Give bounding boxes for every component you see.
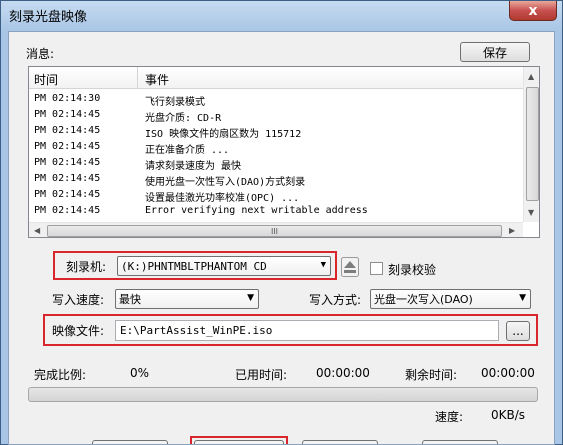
log-time: PM 02:14:45 bbox=[34, 109, 101, 120]
save-button-label: 保存 bbox=[482, 45, 507, 60]
browse-button[interactable]: ... bbox=[506, 321, 530, 341]
log-header: 时间 事件 bbox=[29, 67, 523, 89]
scroll-right-icon[interactable]: ▶ bbox=[509, 226, 515, 235]
log-event: Error verifying next writable address bbox=[145, 205, 368, 216]
log-row[interactable]: PM 02:14:45 设置最佳激光功率校准(OPC) ... bbox=[29, 188, 523, 204]
chevron-down-icon: ▼ bbox=[519, 293, 526, 303]
elapsed-value: 00:00:00 bbox=[316, 366, 370, 380]
log-time: PM 02:14:45 bbox=[34, 205, 101, 216]
log-row[interactable]: PM 02:14:30 飞行刻录模式 bbox=[29, 92, 523, 108]
messages-label: 消息: bbox=[26, 47, 55, 61]
close-icon: x bbox=[528, 2, 538, 19]
log-time: PM 02:14:45 bbox=[34, 125, 101, 136]
log-time: PM 02:14:45 bbox=[34, 157, 101, 168]
verify-checkbox[interactable] bbox=[370, 262, 383, 275]
column-header-event[interactable]: 事件 bbox=[145, 71, 169, 88]
bottom-button-3[interactable] bbox=[302, 440, 378, 444]
log-time: PM 02:14:30 bbox=[34, 93, 101, 104]
burn-image-dialog: 刻录光盘映像 x 消息: 保存 时间 事件 PM 02:14:30 飞行刻录模式 P… bbox=[0, 0, 563, 445]
log-row[interactable]: PM 02:14:45 ISO 映像文件的扇区数为 115712 bbox=[29, 124, 523, 140]
log-row[interactable]: PM 02:14:45 光盘介质: CD-R bbox=[29, 108, 523, 124]
log-event: 使用光盘一次性写入(DAO)方式刻录 bbox=[145, 177, 306, 188]
log-time: PM 02:14:45 bbox=[34, 189, 101, 200]
remaining-value: 00:00:00 bbox=[481, 366, 535, 380]
complete-label: 完成比例: bbox=[34, 368, 87, 382]
burn-progress-bar bbox=[28, 387, 538, 402]
window-title: 刻录光盘映像 bbox=[9, 10, 88, 25]
log-event: 光盘介质: CD-R bbox=[145, 113, 222, 124]
log-time: PM 02:14:45 bbox=[34, 141, 101, 152]
chevron-down-icon: ▼ bbox=[320, 260, 326, 270]
image-file-value: E:\PartAssist_WinPE.iso bbox=[120, 324, 273, 337]
column-header-time[interactable]: 时间 bbox=[34, 71, 58, 88]
burner-select[interactable]: (K:)PHNTMBLTPHANTOM CD ▼ bbox=[117, 256, 331, 276]
scroll-up-icon[interactable]: ▲ bbox=[528, 72, 534, 81]
scroll-grip-icon: III bbox=[270, 226, 279, 236]
remaining-label: 剩余时间: bbox=[405, 368, 458, 382]
image-file-label: 映像文件: bbox=[52, 324, 105, 338]
log-row[interactable]: PM 02:14:45 使用光盘一次性写入(DAO)方式刻录 bbox=[29, 172, 523, 188]
log-time: PM 02:14:45 bbox=[34, 173, 101, 184]
write-speed-value: 最快 bbox=[119, 293, 141, 306]
bottom-button-1[interactable] bbox=[92, 440, 168, 444]
dialog-body: 消息: 保存 时间 事件 PM 02:14:30 飞行刻录模式 PM 02:14:4… bbox=[8, 31, 555, 445]
scroll-down-icon[interactable]: ▼ bbox=[528, 208, 534, 217]
log-event: 正在准备介质 ... bbox=[145, 145, 230, 156]
eject-icon bbox=[341, 257, 359, 277]
burner-value: (K:)PHNTMBLTPHANTOM CD bbox=[121, 259, 267, 273]
column-divider[interactable] bbox=[137, 67, 138, 89]
write-speed-select[interactable]: 最快 ▼ bbox=[115, 289, 259, 309]
bottom-button-2[interactable] bbox=[194, 440, 284, 444]
close-button[interactable]: x bbox=[509, 1, 557, 21]
bottom-button-4[interactable] bbox=[422, 440, 498, 444]
complete-value: 0% bbox=[130, 366, 150, 380]
vertical-scroll-thumb[interactable] bbox=[526, 87, 539, 201]
browse-icon: ... bbox=[512, 324, 524, 338]
log-row[interactable]: PM 02:14:45 请求刻录速度为 最快 bbox=[29, 156, 523, 172]
speed-value: 0KB/s bbox=[491, 408, 526, 422]
chevron-down-icon: ▼ bbox=[247, 293, 254, 303]
log-event: 设置最佳激光功率校准(OPC) ... bbox=[145, 193, 300, 204]
log-row[interactable]: PM 02:14:45 Error verifying next writable… bbox=[29, 204, 523, 220]
speed-label: 速度: bbox=[435, 410, 464, 424]
scroll-left-icon[interactable]: ◀ bbox=[34, 226, 40, 235]
burner-label: 刻录机: bbox=[66, 260, 107, 274]
eject-button[interactable] bbox=[341, 257, 359, 277]
vertical-scrollbar[interactable]: ▲ ▼ bbox=[523, 67, 539, 222]
title-bar[interactable]: 刻录光盘映像 x bbox=[1, 1, 562, 29]
horizontal-scrollbar[interactable]: ◀ III ▶ bbox=[29, 222, 523, 237]
log-event: 飞行刻录模式 bbox=[145, 97, 205, 108]
horizontal-scroll-thumb[interactable]: III bbox=[47, 225, 502, 237]
message-log-list[interactable]: 时间 事件 PM 02:14:30 飞行刻录模式 PM 02:14:45 光盘介质: … bbox=[28, 66, 540, 238]
write-mode-value: 光盘一次写入(DAO) bbox=[374, 293, 473, 306]
image-file-input[interactable]: E:\PartAssist_WinPE.iso bbox=[115, 320, 499, 341]
save-button[interactable]: 保存 bbox=[460, 42, 530, 62]
elapsed-label: 已用时间: bbox=[235, 368, 288, 382]
log-row[interactable]: PM 02:14:45 正在准备介质 ... bbox=[29, 140, 523, 156]
write-mode-select[interactable]: 光盘一次写入(DAO) ▼ bbox=[370, 289, 531, 309]
log-event: 请求刻录速度为 最快 bbox=[145, 161, 242, 172]
log-event: ISO 映像文件的扇区数为 115712 bbox=[145, 129, 302, 140]
verify-label[interactable]: 刻录校验 bbox=[388, 261, 436, 278]
write-speed-label: 写入速度: bbox=[52, 293, 105, 307]
write-mode-label: 写入方式: bbox=[309, 293, 362, 307]
